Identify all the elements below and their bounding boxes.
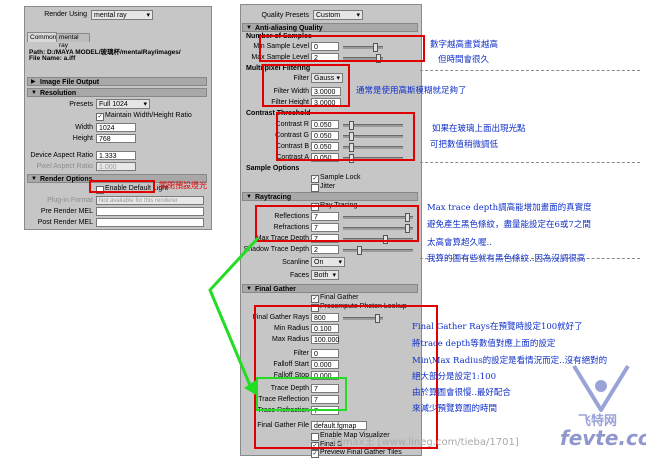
quality-presets-label: Quality Presets [261,12,309,19]
note-samples-line2: 但時間會很久 [438,55,490,65]
pre-render-mel-label: Pre Render MEL [40,208,93,215]
device-aspect-label: Device Aspect Ratio [30,152,93,159]
note-fg-line1: Final Gather Rays在預覽時設定100就好了 [412,322,583,332]
section-title: Resolution [40,90,77,97]
section-title: Raytracing [255,194,292,201]
pixel-aspect-field: 1.000 [96,162,136,171]
note-fg-line4: 絕大部分是設定1:100 [412,372,496,382]
collapse-arrow-icon: ▼ [31,176,37,182]
green-arrow-icon [208,236,260,396]
tab-common[interactable]: Common [27,32,57,42]
height-label: Height [72,135,93,142]
note-contrast-line2: 可把數值稍微調低 [430,140,499,150]
presets-dropdown[interactable]: Full 1024 [96,99,150,109]
final-gather-checkbox[interactable]: ✓ [311,295,319,303]
width-field[interactable]: 1024 [96,123,136,132]
preview-fg-tiles-checkbox[interactable]: ✓ [311,450,319,458]
presets-label: Presets [69,101,93,108]
plugin-format-field: Not available for this renderer [96,196,204,205]
highlight-default-light [89,180,155,193]
expand-arrow-icon: ▶ [31,79,36,85]
note-ray-line2: 避免產生黑色條紋，盡量能設定在6或7之間 [427,220,591,230]
tab-mental-ray[interactable]: mental ray [56,33,90,49]
section-image-file-output[interactable]: ▶ Image File Output [27,77,207,86]
post-render-mel-field[interactable] [96,218,204,227]
collapse-arrow-icon: ▼ [246,194,252,200]
shadow-trace-depth-field[interactable]: 2 [311,245,339,254]
preview-fg-tiles-label: Preview Final Gather Tiles [320,449,402,456]
device-aspect-field[interactable]: 1.333 [96,151,136,160]
width-label: Width [75,124,93,131]
height-field[interactable]: 768 [96,134,136,143]
note-filter: 通常是使用高斯模糊就足夠了 [356,86,467,96]
scanline-dropdown[interactable]: On [311,257,345,267]
plugin-format-label: Plug-in Format [47,197,93,204]
section-title: Image File Output [40,79,100,86]
render-settings-common-panel: Render Using mental ray Common mental ra… [24,6,212,230]
section-title: Render Options [40,176,93,183]
sample-lock-label: Sample Lock [320,174,361,181]
collapse-arrow-icon: ▼ [246,25,252,31]
divider [420,162,640,163]
maintain-ratio-label: Maintain Width/Height Ratio [105,112,192,119]
note-ray-line3: 太高會算超久喔.. [427,238,492,248]
section-raytracing[interactable]: ▼ Raytracing [242,192,418,201]
note-fg-line6: 來減少預覽算圖的時間 [412,404,498,414]
watermark-footer: 3dmax王 [www.lineg.com/tieba/1701] [330,437,519,448]
highlight-contrast [276,112,415,161]
divider [420,70,640,71]
pixel-aspect-label: Pixel Aspect Ratio [36,163,93,170]
jitter-checkbox[interactable] [311,184,319,192]
output-file-name: File Name: a.iff [29,55,76,62]
shadow-trace-depth-slider[interactable] [343,246,413,255]
jitter-label: Jitter [320,183,336,190]
collapse-arrow-icon: ▼ [31,90,37,96]
note-ray-line4: 我算的圖有些就有黑色條紋..因為沒調很高 [427,254,586,264]
quality-presets-dropdown[interactable]: Custom [313,10,363,20]
maintain-ratio-checkbox[interactable]: ✓ [96,113,104,121]
highlight-samples [259,35,425,62]
slider-knob[interactable] [357,246,362,255]
watermark-site: fevte.com [560,426,646,450]
render-using-label: Render Using [44,11,87,18]
post-render-mel-label: Post Render MEL [37,219,93,226]
pre-render-mel-field[interactable] [96,207,204,216]
final-gather-label: Final Gather [320,294,359,301]
highlight-filter [262,64,350,107]
render-using-dropdown[interactable]: mental ray [91,10,153,20]
faces-dropdown[interactable]: Both [311,270,339,280]
section-anti-aliasing[interactable]: ▼ Anti-aliasing Quality [242,23,418,32]
section-resolution[interactable]: ▼ Resolution [27,88,207,97]
sample-lock-checkbox[interactable]: ✓ [311,175,319,183]
sample-options-heading: Sample Options [246,165,300,172]
note-samples-line1: 數字越高畫質越高 [430,40,499,50]
note-contrast-line1: 如果在玻璃上面出現光點 [432,124,526,134]
note-fg-line5: 由於算圖會很慢..最好配合 [412,388,511,398]
note-fg-line2: 將trace depth等數值對應上面的設定 [412,339,556,349]
highlight-raytracing [255,205,419,242]
note-ray-line1: Max trace depth調高能增加畫面的真實度 [427,203,592,213]
section-title: Anti-aliasing Quality [255,25,323,32]
note-default-light: 關閉預設燈光 [159,181,207,190]
